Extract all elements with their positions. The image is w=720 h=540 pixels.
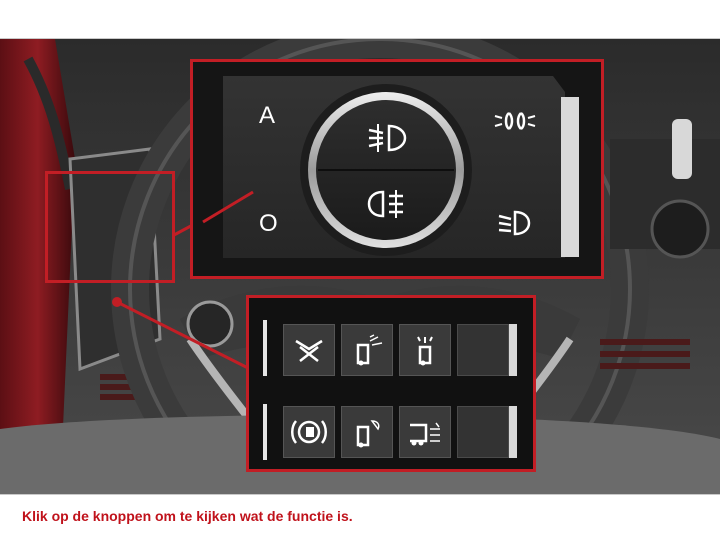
stage: A O Klik op de knoppen om te kijken wat …	[0, 0, 720, 540]
front-fog-light-icon[interactable]	[365, 120, 409, 156]
rear-fog-light-icon[interactable]	[365, 186, 409, 222]
trailer-work-light-icon	[410, 422, 440, 446]
work-light-button[interactable]	[341, 406, 393, 458]
button-row-bottom	[283, 406, 509, 458]
cab-light-button[interactable]	[341, 324, 393, 376]
off-position-label[interactable]: O	[259, 210, 278, 238]
hazard-cancel-icon	[295, 339, 323, 362]
parking-light-icon[interactable]	[493, 108, 537, 134]
button-panel-zoom	[246, 295, 536, 472]
parking-brake-button[interactable]	[283, 406, 335, 458]
auto-position-label[interactable]: A	[259, 102, 275, 130]
low-beam-icon[interactable]	[497, 208, 531, 238]
light-switch-panel-graphic	[193, 62, 601, 276]
cab-roof-light-button[interactable]	[399, 324, 451, 376]
parking-brake-icon	[291, 420, 327, 444]
work-light-icon	[356, 420, 380, 448]
cab-light-icon	[356, 334, 383, 366]
empty-slot-bottom	[457, 406, 509, 458]
trailer-work-light-button[interactable]	[399, 406, 451, 458]
empty-slot-top	[457, 324, 509, 376]
cab-roof-light-icon	[417, 336, 433, 366]
instruction-caption: Klik op de knoppen om te kijken wat de f…	[22, 508, 353, 524]
light-switch-zoom-panel: A O	[190, 59, 604, 279]
button-row-top	[283, 324, 509, 376]
hazard-cancel-button[interactable]	[283, 324, 335, 376]
